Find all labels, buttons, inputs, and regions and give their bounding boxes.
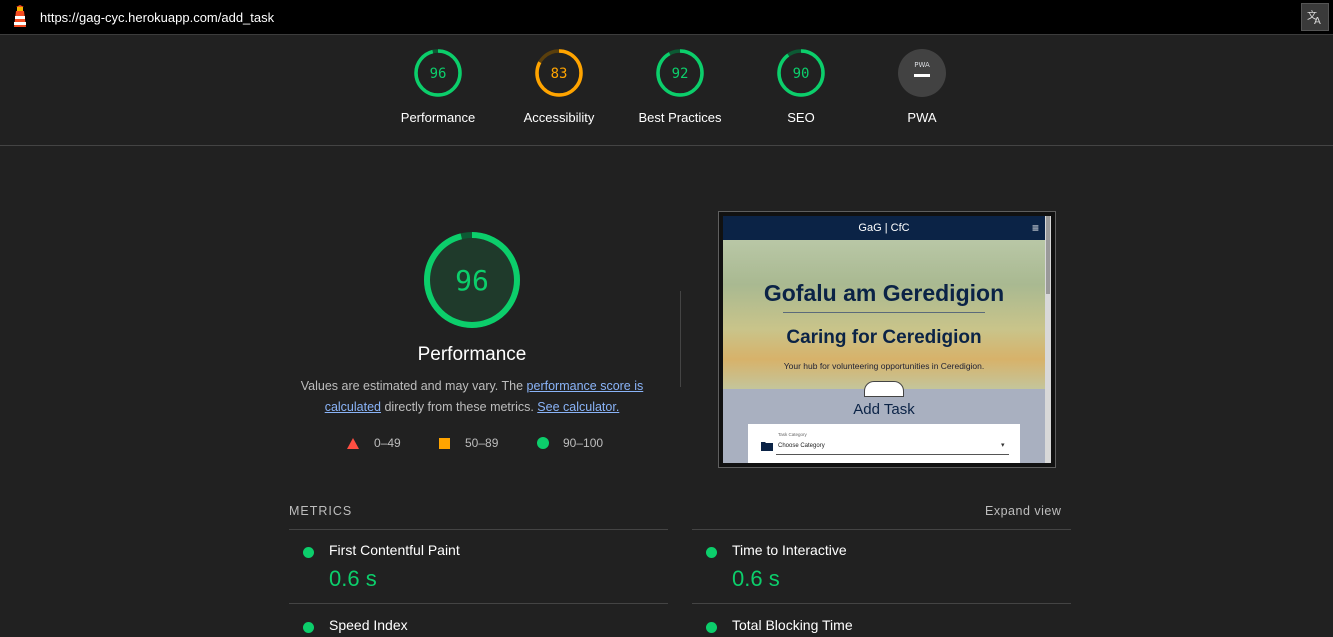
gauge-ring: 92 — [656, 49, 704, 97]
gauge-accessibility[interactable]: 83 Accessibility — [504, 48, 614, 125]
gauge-score: 83 — [551, 66, 568, 82]
metric-value: 0.6 s — [329, 566, 377, 591]
see-calculator-link[interactable]: See calculator. — [537, 400, 619, 414]
caret-down-icon: ▾ — [1001, 442, 1005, 449]
performance-title: Performance — [417, 344, 527, 365]
gauge-label: PWA — [907, 110, 937, 125]
screenshot-navbar: GaG | CfC ≡ — [723, 216, 1045, 240]
divider — [692, 603, 1071, 604]
folder-icon — [761, 442, 773, 451]
performance-description: Values are estimated and may vary. The p… — [297, 376, 647, 418]
screenshot-brand: GaG | CfC — [858, 222, 910, 234]
gauge-score: 96 — [430, 66, 447, 82]
gauge-ring: 90 — [777, 49, 825, 97]
desc-text: directly from these metrics. — [381, 400, 538, 414]
report-url[interactable]: https://gag-cyc.herokuapp.com/add_task — [40, 10, 274, 25]
screenshot-form-section: Add Task Task Category Choose Category ▾ — [723, 381, 1045, 463]
field-label: Task Category — [778, 432, 807, 437]
pass-icon — [706, 622, 717, 633]
legend-range: 90–100 — [563, 436, 604, 450]
screenshot-form: Task Category Choose Category ▾ — [748, 424, 1020, 463]
metric-value: 0.6 s — [732, 566, 780, 591]
url-bar: https://gag-cyc.herokuapp.com/add_task 文… — [0, 0, 1333, 35]
gauge-ring: 83 — [535, 49, 583, 97]
divider — [289, 529, 668, 530]
gauge-best-practices[interactable]: 92 Best Practices — [625, 48, 735, 125]
category-select: Choose Category — [778, 443, 825, 449]
metric-name: First Contentful Paint — [329, 542, 460, 558]
legend-fail: 0–49 — [347, 436, 401, 450]
category-gauges: 96 Performance 83 Accessibility 92 Best … — [0, 34, 1333, 146]
legend-range: 0–49 — [374, 436, 401, 450]
select-underline — [776, 454, 1009, 455]
svg-text:A: A — [1314, 16, 1321, 26]
translate-icon: 文 A — [1307, 9, 1321, 26]
gauge-score: 90 — [793, 66, 810, 82]
square-icon — [439, 437, 450, 449]
metric-name: Total Blocking Time — [732, 617, 853, 633]
metrics-heading: METRICS — [289, 504, 353, 518]
expand-view-toggle[interactable]: Expand view — [985, 504, 1061, 518]
divider — [289, 603, 668, 604]
screenshot-hero: Gofalu am Geredigion Caring for Ceredigi… — [723, 240, 1045, 389]
gauge-label: Accessibility — [523, 110, 595, 125]
gauge-score: 92 — [672, 66, 689, 82]
metric-name: Speed Index — [329, 617, 408, 633]
pass-icon — [303, 622, 314, 633]
desc-text: Values are estimated and may vary. The — [300, 379, 527, 393]
legend-average: 50–89 — [439, 436, 498, 450]
circle-icon — [537, 437, 549, 449]
performance-score: 96 — [455, 264, 489, 297]
hamburger-icon: ≡ — [1031, 221, 1039, 235]
divider — [692, 529, 1071, 530]
gauge-label: Performance — [400, 110, 476, 125]
gauge-ring: 96 — [414, 49, 462, 97]
pwa-badge-text: PWA — [914, 61, 930, 69]
divider — [680, 291, 681, 387]
divider — [783, 312, 985, 313]
screenshot-scrollbar — [1045, 216, 1051, 463]
legend-range: 50–89 — [465, 436, 499, 450]
gauge-seo[interactable]: 90 SEO — [746, 48, 856, 125]
gauge-pwa[interactable]: PWA PWA — [867, 48, 977, 125]
screenshot-subtitle: Your hub for volunteering opportunities … — [783, 361, 985, 371]
screenshot-section-title: Add Task — [853, 401, 915, 418]
gauge-label: SEO — [787, 110, 815, 125]
gauge-performance[interactable]: 96 Performance — [383, 48, 493, 125]
screenshot-page: GaG | CfC ≡ Gofalu am Geredigion Caring … — [723, 216, 1045, 463]
logo-icon — [864, 381, 904, 397]
screenshot-heading: Caring for Ceredigion — [786, 327, 982, 348]
final-screenshot[interactable]: GaG | CfC ≡ Gofalu am Geredigion Caring … — [718, 211, 1056, 468]
screenshot-heading: Gofalu am Geredigion — [763, 280, 1005, 306]
triangle-icon — [347, 437, 359, 449]
pass-icon — [303, 547, 314, 558]
scrollbar-thumb — [1046, 216, 1050, 294]
legend-pass: 90–100 — [537, 436, 603, 450]
performance-gauge-large: 96 — [424, 232, 520, 328]
lighthouse-icon — [14, 5, 26, 27]
translate-button[interactable]: 文 A — [1301, 3, 1329, 31]
gauge-label: Best Practices — [638, 110, 722, 125]
metric-name: Time to Interactive — [732, 542, 847, 558]
pass-icon — [706, 547, 717, 558]
pwa-badge-icon: PWA — [898, 49, 946, 97]
